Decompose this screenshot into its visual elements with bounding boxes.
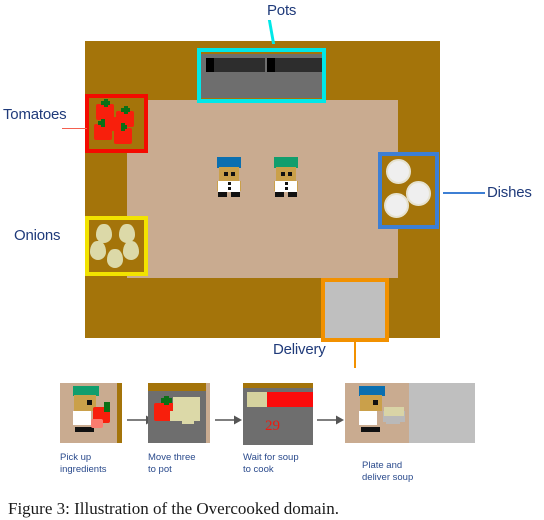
chef-eye-icon [87, 400, 92, 405]
annotation-label-delivery: Delivery [273, 341, 326, 358]
flow-arrow-3 [317, 412, 344, 430]
dish-item [384, 193, 409, 218]
chef-shoe [361, 427, 380, 432]
annotation-label-pots: Pots [267, 2, 297, 19]
tomato-stem-icon [104, 402, 110, 412]
chef-shoe [288, 192, 297, 197]
kitchen-floor [127, 100, 398, 278]
chef-eye-icon [231, 172, 235, 176]
chef-button-icon [285, 187, 288, 190]
held-tomato-icon [91, 419, 103, 428]
agent-green-chef[interactable] [273, 157, 299, 199]
filmstrip-caption-3: Wait for soup to cook [243, 452, 299, 475]
panel-edge [206, 383, 210, 443]
onion-item [90, 241, 106, 260]
annotation-label-tomatoes: Tomatoes [3, 106, 67, 123]
tomato-stem-icon [124, 106, 128, 114]
chef-eye-icon [224, 172, 228, 176]
filmstrip-panel-4[interactable] [345, 383, 475, 443]
delivery-pad [324, 281, 386, 339]
cook-progress-track [247, 392, 267, 407]
leader-line-tomatoes [62, 128, 87, 129]
chef-eye-icon [373, 400, 378, 405]
filmstrip-caption-4: Plate and deliver soup [362, 460, 414, 483]
pot-onion-icon [182, 416, 194, 424]
dish-item [386, 159, 411, 184]
onion-item [107, 249, 123, 268]
agent-blue-chef[interactable] [216, 157, 242, 199]
tomato-stem-icon [121, 123, 125, 131]
tomato-item [105, 117, 121, 131]
panel-counter [148, 383, 210, 391]
task-sequence-filmstrip: 29 Pick up ingredients Move three to pot… [0, 378, 544, 488]
figure-container: Pots Tomatoes Onions Dishes Delivery 29 … [0, 0, 544, 520]
annotation-label-onions: Onions [14, 227, 61, 244]
flow-arrow-2 [215, 412, 242, 430]
chef-body [359, 411, 377, 425]
chef-shoe [275, 192, 284, 197]
filmstrip-panel-1[interactable] [60, 383, 122, 443]
soup-bowl-icon [384, 407, 404, 416]
soup-bowl-base-icon [386, 419, 400, 424]
filmstrip-caption-1: Pick up ingredients [60, 452, 107, 475]
chef-button-icon [228, 187, 231, 190]
annotation-label-dishes: Dishes [487, 184, 532, 201]
onion-item [123, 241, 139, 260]
overcooked-kitchen-board [85, 41, 440, 342]
cook-progress-fill [267, 392, 313, 407]
panel-counter [243, 383, 313, 388]
panel-delivery-pad [409, 383, 475, 443]
counter-bottom [85, 278, 440, 338]
pot-1-handle-icon [206, 58, 214, 72]
panel-chef [357, 386, 387, 434]
cook-timer-value: 29 [265, 418, 280, 434]
filmstrip-panel-3[interactable]: 29 [243, 383, 313, 445]
chef-face [219, 167, 239, 181]
chef-shoe [218, 192, 227, 197]
chef-face [360, 395, 382, 411]
tomato-stem-icon [164, 396, 169, 405]
filmstrip-caption-2: Move three to pot [148, 452, 196, 475]
pot-2[interactable] [267, 58, 323, 72]
tomato-stem-icon [104, 99, 108, 107]
chef-eye-icon [288, 172, 292, 176]
filmstrip-panel-2[interactable] [148, 383, 210, 443]
chef-shoe [231, 192, 240, 197]
chef-button-icon [285, 182, 288, 185]
leader-line-delivery [354, 338, 356, 368]
leader-line-dishes [443, 192, 485, 194]
chef-face [276, 167, 296, 181]
chef-eye-icon [281, 172, 285, 176]
chef-button-icon [228, 182, 231, 185]
pot-1[interactable] [206, 58, 265, 72]
dish-item [406, 181, 431, 206]
panel-counter [117, 383, 122, 443]
figure-caption: Figure 3: Illustration of the Overcooked… [8, 499, 339, 518]
chef-body [73, 411, 91, 425]
pot-2-handle-icon [267, 58, 275, 72]
